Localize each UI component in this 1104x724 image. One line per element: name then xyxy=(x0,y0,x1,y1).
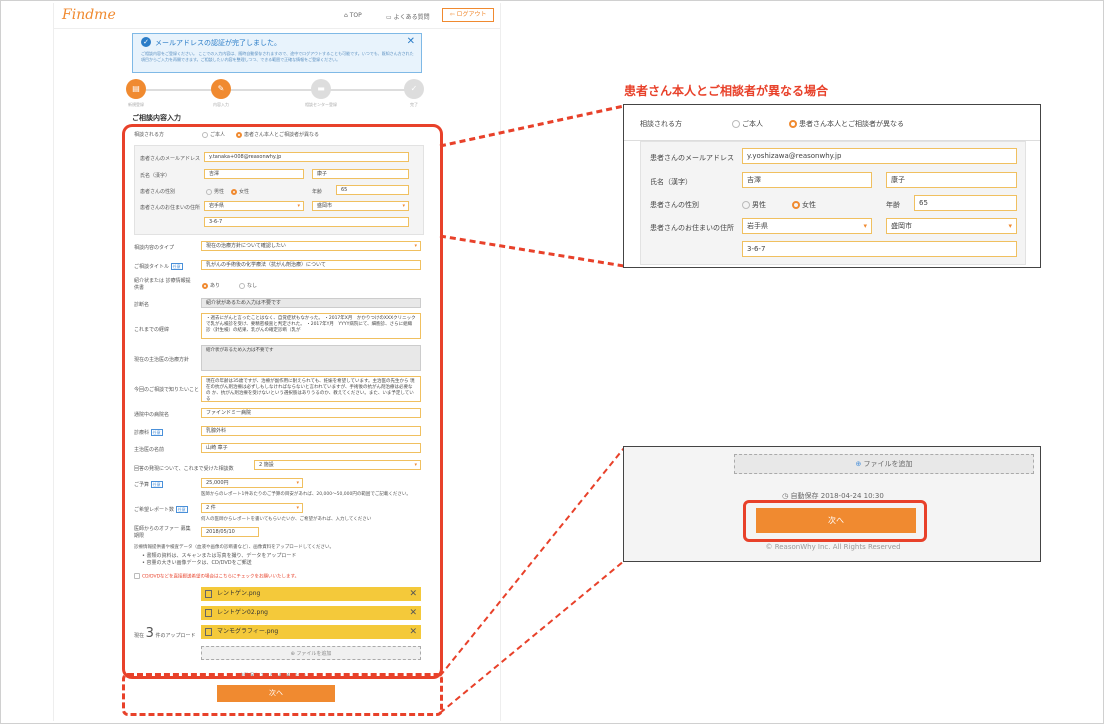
zoom-email-label: 患者さんのメールアドレス xyxy=(650,154,734,162)
zoom-addr-label: 患者さんのお住まいの住所 xyxy=(650,224,734,232)
zoom-plus-icon: ⊕ xyxy=(855,460,862,468)
zoom-add-file-dropzone[interactable]: ⊕ ファイルを追加 xyxy=(734,454,1034,474)
zoom-consult-label: 相談される方 xyxy=(640,120,682,128)
zoom-street-field[interactable]: 3-6-7 xyxy=(742,241,1017,257)
zoom-next-button[interactable]: 次へ xyxy=(756,508,916,533)
copyright: © ReasonWhy Inc. All Rights Reserved xyxy=(765,543,901,551)
zoom-email-field[interactable]: y.yoshizawa@reasonwhy.jp xyxy=(742,148,1017,164)
zoom-pref-select[interactable]: 岩手県 ▾ xyxy=(742,218,872,234)
zoom-age-label: 年齢 xyxy=(886,201,900,209)
zoom-age-field[interactable]: 65 xyxy=(914,195,1017,211)
zoom-radio-female[interactable]: 女性 xyxy=(792,200,816,210)
zoom-city-select[interactable]: 盛岡市 ▾ xyxy=(886,218,1017,234)
zoom-consult-row: 相談される方 ご本人 患者さん本人とご相談者が異なる xyxy=(624,105,1040,141)
callout-title: 患者さん本人とご相談者が異なる場合 xyxy=(624,84,829,98)
zoom-name-label: 氏名（漢字） xyxy=(650,178,692,186)
zoom-panel-patient: 相談される方 ご本人 患者さん本人とご相談者が異なる 患者さんのメールアドレス … xyxy=(623,104,1041,268)
zoom-radio-male[interactable]: 男性 xyxy=(742,200,766,210)
zoom-radio-self[interactable]: ご本人 xyxy=(732,119,763,129)
zoom-panel-submit: ⊕ ファイルを追加 ◷ 自動保存 2018-04-24 10:30 次へ © R… xyxy=(623,446,1041,562)
zoom-last-name-field[interactable]: 吉澤 xyxy=(742,172,872,188)
zoom-first-name-field[interactable]: 康子 xyxy=(886,172,1017,188)
zoom-radio-other[interactable]: 患者さん本人とご相談者が異なる xyxy=(789,119,904,129)
zoom-sex-label: 患者さんの性別 xyxy=(650,201,699,209)
